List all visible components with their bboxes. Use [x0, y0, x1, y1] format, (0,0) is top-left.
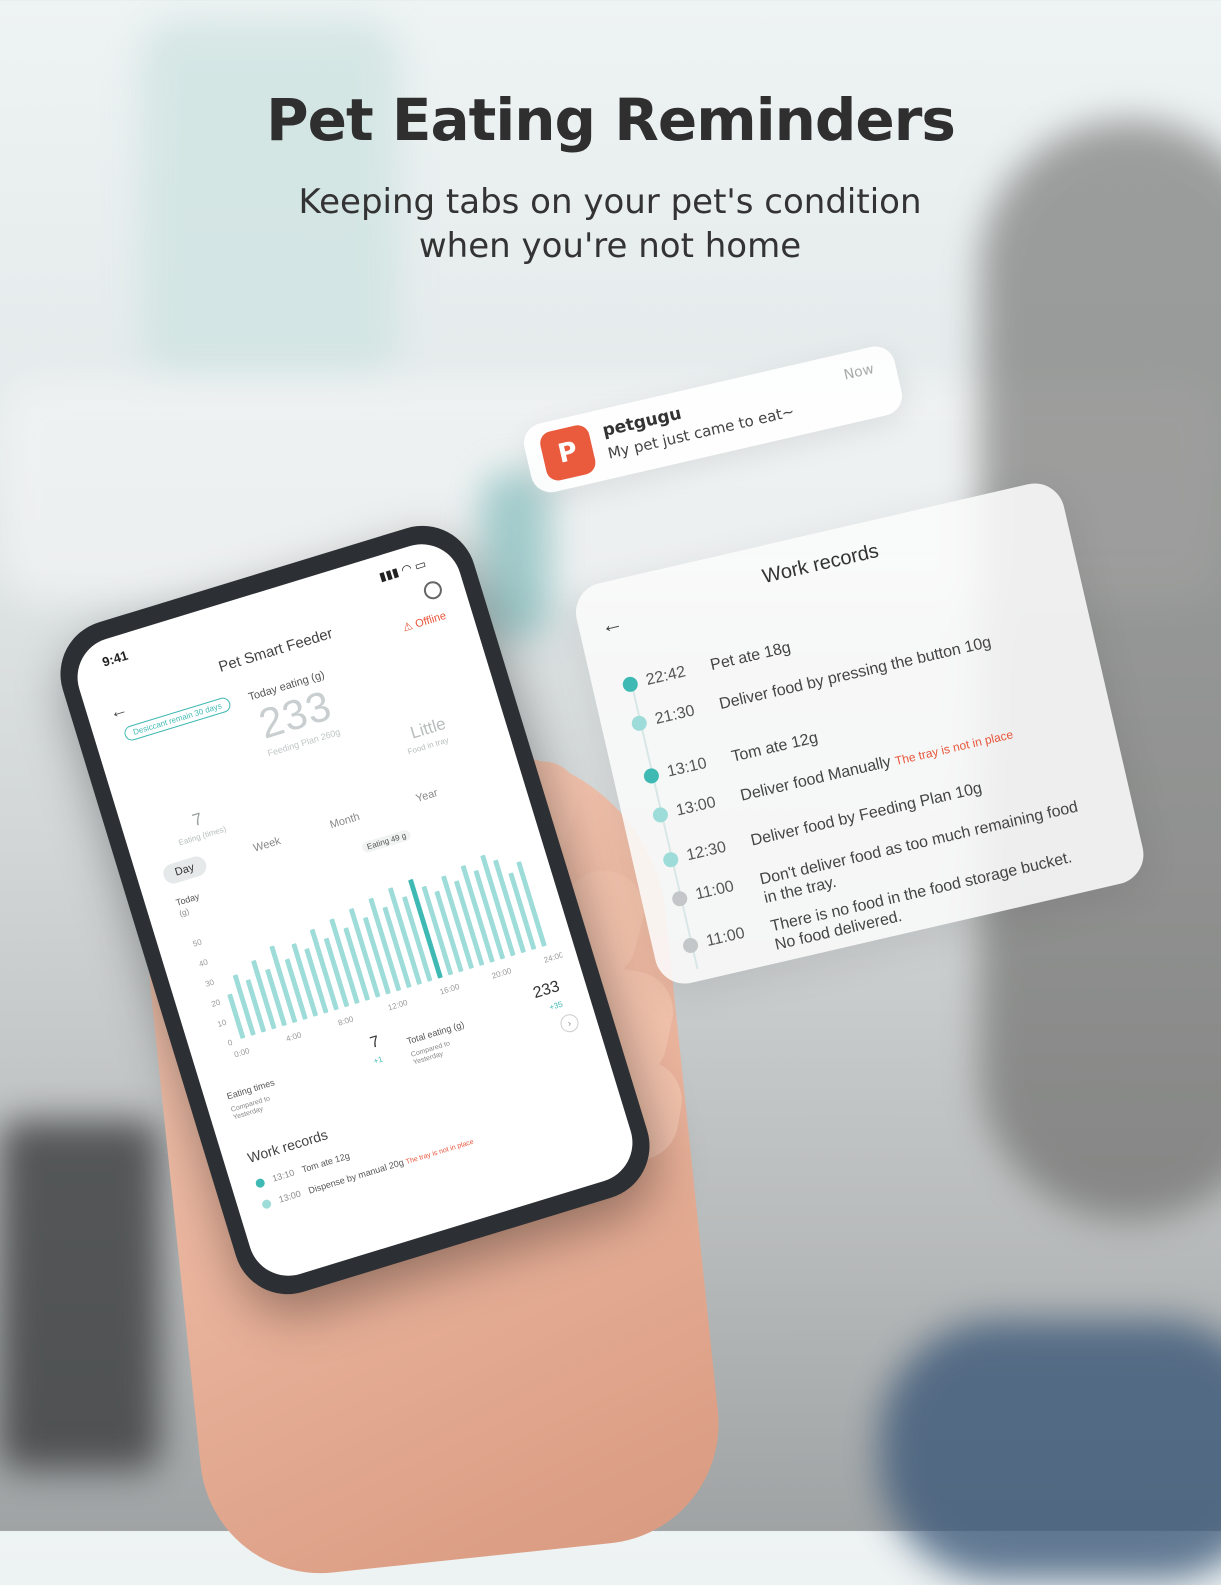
- y-tick-label: 40: [198, 957, 210, 968]
- record-warning: The tray is not in place: [893, 727, 1015, 769]
- record-time: 11:00: [693, 877, 736, 904]
- x-tick-label: 24:00: [543, 950, 565, 965]
- status-dot: [651, 805, 670, 824]
- status-icons: ▮▮▮ ◠ ▭: [377, 556, 427, 584]
- chevron-right-icon[interactable]: ›: [558, 1012, 581, 1035]
- hero-subtitle-line-1: Keeping tabs on your pet's condition: [298, 182, 922, 222]
- x-tick-label: 0:00: [233, 1046, 251, 1059]
- record-time: 13:00: [277, 1188, 302, 1205]
- background-object: [480, 470, 550, 640]
- record-text: Tom ate 12g: [300, 1150, 351, 1175]
- background-dark-object: [0, 1120, 160, 1470]
- x-tick-label: 8:00: [337, 1014, 355, 1027]
- status-dot: [661, 850, 680, 869]
- record-warning: The tray is not in place: [405, 1138, 475, 1166]
- battery-icon: ▭: [412, 556, 428, 574]
- y-tick-label: 0: [227, 1038, 234, 1048]
- eating-times-value: 7: [190, 809, 205, 831]
- record-time: 21:30: [653, 702, 697, 728]
- status-dot: [670, 889, 689, 908]
- chart-bar[interactable]: [284, 958, 308, 1020]
- record-time: 13:00: [674, 793, 718, 820]
- summary-eating-times-value: 7: [368, 1033, 382, 1052]
- record-time: 22:42: [644, 663, 688, 689]
- x-tick-label: 12:00: [387, 998, 409, 1013]
- chart-bar[interactable]: [304, 948, 329, 1014]
- status-time: 9:41: [100, 647, 130, 670]
- y-tick-label: 30: [204, 977, 216, 988]
- summary-total-value: 233: [531, 978, 562, 1003]
- status-dot: [681, 936, 700, 955]
- x-tick-label: 16:00: [439, 982, 461, 997]
- tab-month[interactable]: Month: [328, 811, 361, 831]
- y-tick-label: 10: [216, 1018, 228, 1029]
- record-time: 12:30: [684, 838, 728, 865]
- signal-icon: ▮▮▮: [377, 564, 401, 585]
- y-tick-label: 50: [192, 937, 204, 948]
- status-dot: [261, 1198, 273, 1210]
- status-dot: [630, 714, 649, 733]
- summary-total-delta: +35: [548, 999, 564, 1013]
- status-dot: [621, 675, 640, 694]
- x-tick-label: 20:00: [491, 966, 513, 981]
- hero-title: Pet Eating Reminders: [266, 86, 956, 154]
- petgugu-logo-icon: P: [537, 422, 598, 483]
- warning-icon: ⚠: [401, 619, 415, 635]
- summary-eating-times-delta: +1: [372, 1054, 384, 1066]
- status-dot: [642, 766, 661, 785]
- tab-year[interactable]: Year: [415, 787, 440, 805]
- y-tick-label: 20: [210, 998, 222, 1009]
- record-text: Deliver food Manually: [738, 753, 893, 805]
- wifi-icon: ◠: [399, 560, 414, 578]
- hero-subtitle: Keeping tabs on your pet's condition whe…: [260, 180, 960, 268]
- chart-bar[interactable]: [232, 974, 256, 1036]
- record-time: 11:00: [704, 924, 747, 951]
- today-eating-value: 233: [253, 681, 338, 748]
- notification-time: Now: [842, 361, 876, 384]
- tab-day[interactable]: Day: [160, 854, 209, 886]
- record-time: 13:10: [665, 754, 709, 781]
- background-sleeve: [880, 1320, 1221, 1580]
- hero-subtitle-line-2: when you're not home: [418, 226, 802, 266]
- record-time: 13:10: [271, 1167, 296, 1184]
- tab-week[interactable]: Week: [252, 835, 282, 855]
- status-dot: [254, 1177, 266, 1189]
- x-tick-label: 4:00: [285, 1030, 303, 1043]
